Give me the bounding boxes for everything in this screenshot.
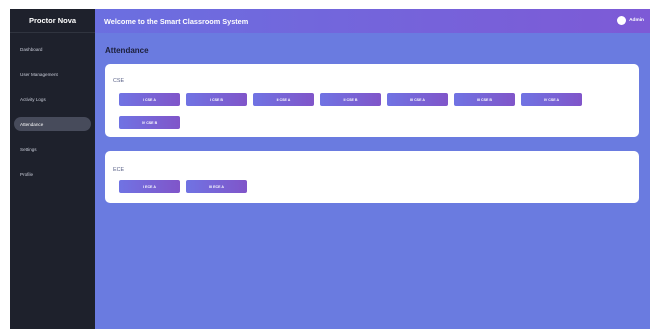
page-title: Attendance [105, 46, 149, 55]
brand-logo: Proctor Nova [10, 9, 95, 33]
department-label: ECE [113, 167, 125, 173]
user-menu[interactable]: Admin [617, 16, 644, 25]
class-button[interactable]: I CSE B [186, 93, 247, 106]
sidebar-item-user-management[interactable]: User Management [14, 67, 91, 81]
sidebar-item-label: Profile [20, 171, 34, 177]
sidebar-item-attendance[interactable]: Attendance [14, 117, 91, 131]
avatar-icon [617, 16, 627, 25]
class-button[interactable]: I CSE A [119, 93, 180, 106]
sidebar-item-profile[interactable]: Profile [14, 167, 91, 181]
sidebar-item-label: User Management [20, 71, 58, 77]
sidebar: Proctor Nova Dashboard User Management A… [10, 9, 95, 329]
class-button[interactable]: III CSE A [387, 93, 448, 106]
header-title: Welcome to the Smart Classroom System [104, 16, 249, 26]
sidebar-item-activity-logs[interactable]: Activity Logs [14, 92, 91, 106]
sidebar-item-label: Settings [20, 146, 37, 152]
sidebar-item-label: Dashboard [20, 46, 43, 52]
top-header: Welcome to the Smart Classroom System Ad… [95, 9, 650, 33]
user-name: Admin [629, 18, 644, 23]
class-button[interactable]: IV CSE A [521, 93, 582, 106]
department-card-cse: CSE I CSE A I CSE B II CSE A II CSE B II… [105, 64, 639, 137]
department-card-ece: ECE I ECE A III ECE A [105, 151, 639, 203]
sidebar-item-label: Activity Logs [20, 96, 46, 102]
sidebar-item-settings[interactable]: Settings [14, 142, 91, 156]
main-content: Attendance CSE I CSE A I CSE B II CSE A … [95, 33, 650, 329]
sidebar-item-dashboard[interactable]: Dashboard [14, 42, 91, 56]
app-window: Proctor Nova Dashboard User Management A… [10, 9, 650, 329]
class-button[interactable]: I ECE A [119, 180, 180, 193]
class-button[interactable]: II CSE B [320, 93, 381, 106]
class-button[interactable]: II CSE A [253, 93, 314, 106]
department-label: CSE [113, 78, 125, 84]
class-button[interactable]: III ECE A [186, 180, 247, 193]
class-button[interactable]: IV CSE B [119, 116, 180, 129]
sidebar-item-label: Attendance [20, 121, 44, 127]
class-button[interactable]: III CSE B [454, 93, 515, 106]
sidebar-nav: Dashboard User Management Activity Logs … [10, 42, 95, 181]
